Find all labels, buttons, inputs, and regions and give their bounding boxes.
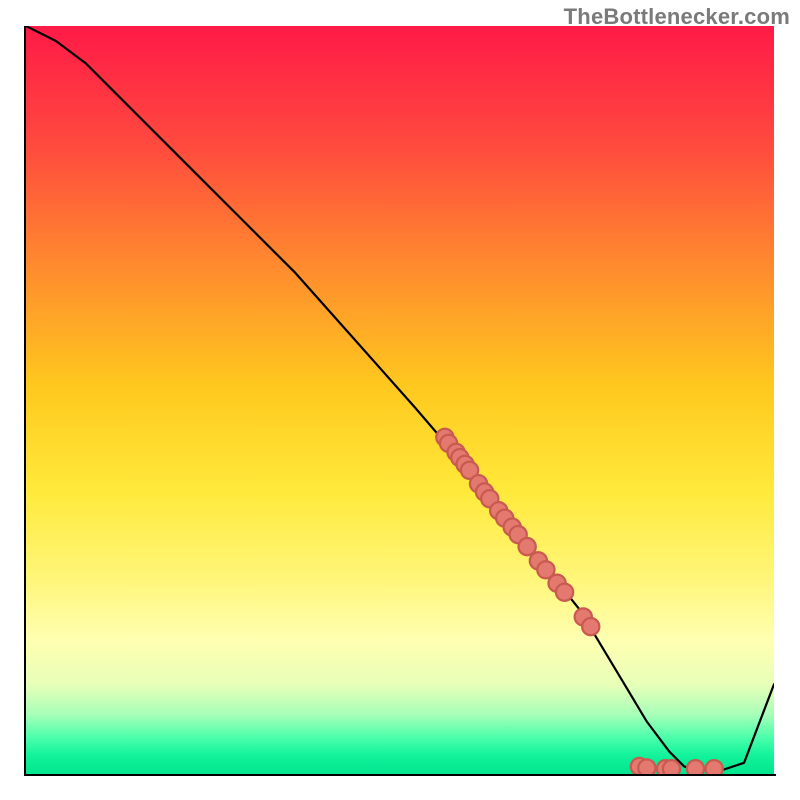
- chart-overlay: [26, 26, 774, 774]
- axis-y: [24, 26, 26, 776]
- data-point: [663, 760, 680, 774]
- data-point: [638, 759, 655, 774]
- data-point: [556, 584, 573, 601]
- axis-x: [24, 774, 776, 776]
- data-point: [582, 618, 599, 635]
- curve-line: [26, 26, 774, 770]
- data-point: [687, 760, 704, 774]
- data-point: [706, 760, 723, 774]
- data-points-group: [436, 429, 722, 774]
- chart-container: TheBottlenecker.com: [0, 0, 800, 800]
- watermark-text: TheBottlenecker.com: [564, 4, 790, 30]
